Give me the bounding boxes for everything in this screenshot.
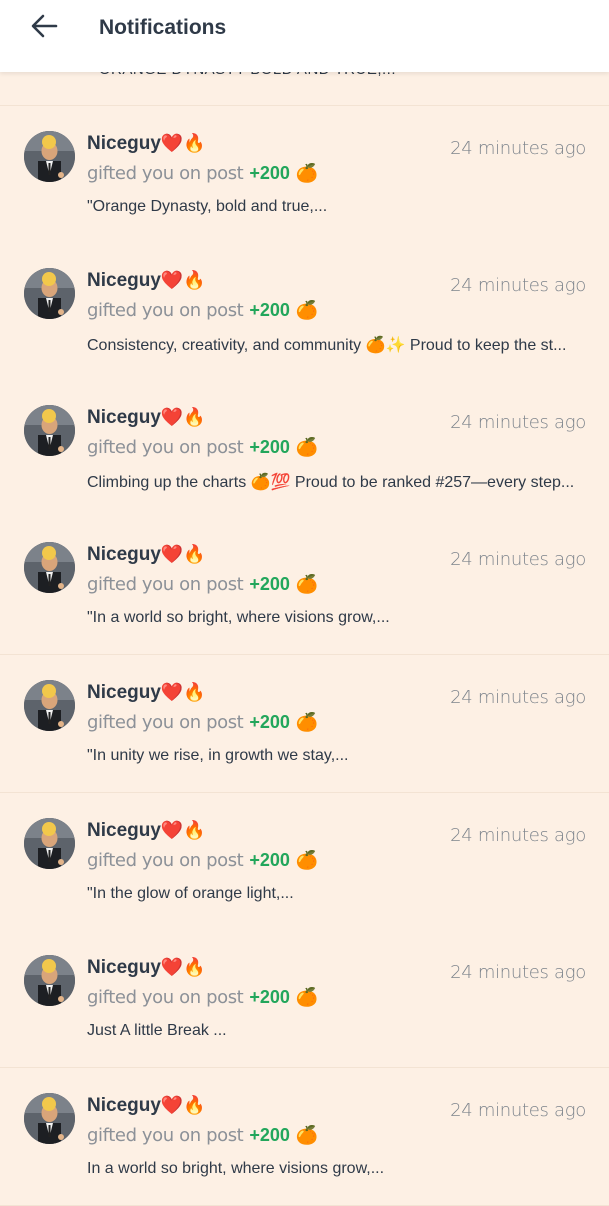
name-emoji: ❤️🔥 [160, 133, 206, 153]
sender-name[interactable]: Niceguy❤️🔥 [87, 682, 206, 704]
sender-name[interactable]: Niceguy❤️🔥 [87, 407, 206, 429]
name-emoji: ❤️🔥 [160, 407, 206, 427]
name-emoji: ❤️🔥 [160, 270, 206, 290]
page-title: Notifications [99, 16, 227, 39]
gift-amount: +200 [249, 712, 290, 732]
sender-name[interactable]: Niceguy❤️🔥 [87, 957, 206, 979]
orange-coin-icon: 🍊 [295, 574, 318, 595]
name-emoji: ❤️🔥 [160, 544, 206, 564]
notification-item[interactable]: Niceguy❤️🔥 24 minutes ago gifted you on … [0, 1068, 609, 1206]
gift-amount: +200 [249, 987, 290, 1007]
gift-amount: +200 [249, 437, 290, 457]
post-preview: Just A little Break ... [87, 1022, 227, 1039]
post-preview: "Orange Dynasty, bold and true,... [87, 198, 328, 215]
timestamp: 24 minutes ago [450, 412, 586, 433]
avatar[interactable] [24, 542, 75, 593]
name-emoji: ❤️🔥 [160, 957, 206, 977]
orange-coin-icon: 🍊 [295, 850, 318, 871]
gift-amount: +200 [249, 163, 290, 183]
avatar[interactable] [24, 268, 75, 319]
timestamp: 24 minutes ago [450, 1100, 586, 1121]
timestamp: 24 minutes ago [450, 275, 586, 296]
arrow-left-icon[interactable] [30, 14, 58, 43]
notification-item[interactable]: Niceguy❤️🔥 24 minutes ago gifted you on … [0, 930, 609, 1068]
action-text: gifted you on post +200 🍊 [87, 574, 318, 595]
back-button[interactable] [22, 8, 66, 48]
sender-name[interactable]: Niceguy❤️🔥 [87, 1095, 206, 1117]
avatar[interactable] [24, 405, 75, 456]
notification-item[interactable]: Niceguy❤️🔥 24 minutes ago gifted you on … [0, 106, 609, 244]
avatar[interactable] [24, 680, 75, 731]
app-header: Notifications [0, 0, 609, 72]
action-text: gifted you on post +200 🍊 [87, 163, 318, 184]
timestamp: 24 minutes ago [450, 962, 586, 983]
avatar[interactable] [24, 955, 75, 1006]
notification-item[interactable]: Niceguy❤️🔥 24 minutes ago gifted you on … [0, 793, 609, 931]
sender-name[interactable]: Niceguy❤️🔥 [87, 820, 206, 842]
action-text: gifted you on post +200 🍊 [87, 1125, 318, 1146]
sender-name[interactable]: Niceguy❤️🔥 [87, 133, 206, 155]
post-preview: "In unity we rise, in growth we stay,... [87, 747, 349, 764]
action-text: gifted you on post +200 🍊 [87, 437, 318, 458]
orange-coin-icon: 🍊 [295, 987, 318, 1008]
action-text: gifted you on post +200 🍊 [87, 987, 318, 1008]
action-text: gifted you on post +200 🍊 [87, 850, 318, 871]
action-text: gifted you on post +200 🍊 [87, 712, 318, 733]
post-preview: Consistency, creativity, and community 🍊… [87, 337, 567, 354]
orange-coin-icon: 🍊 [295, 300, 318, 321]
notification-item[interactable]: Niceguy❤️🔥 24 minutes ago gifted you on … [0, 517, 609, 655]
post-preview: In a world so bright, where visions grow… [87, 1160, 385, 1177]
timestamp: 24 minutes ago [450, 549, 586, 570]
sender-name[interactable]: Niceguy❤️🔥 [87, 544, 206, 566]
notification-item[interactable]: Niceguy❤️🔥 24 minutes ago gifted you on … [0, 380, 609, 518]
orange-coin-icon: 🍊 [295, 163, 318, 184]
name-emoji: ❤️🔥 [160, 682, 206, 702]
avatar[interactable] [24, 1093, 75, 1144]
avatar[interactable] [24, 131, 75, 182]
action-text: gifted you on post +200 🍊 [87, 300, 318, 321]
timestamp: 24 minutes ago [450, 687, 586, 708]
orange-coin-icon: 🍊 [295, 1125, 318, 1146]
post-preview: "In a world so bright, where visions gro… [87, 609, 390, 626]
notification-item[interactable]: Niceguy❤️🔥 24 minutes ago gifted you on … [0, 655, 609, 793]
avatar[interactable] [24, 818, 75, 869]
gift-amount: +200 [249, 574, 290, 594]
sender-name[interactable]: Niceguy❤️🔥 [87, 270, 206, 292]
notification-item[interactable]: Niceguy❤️🔥 24 minutes ago gifted you on … [0, 243, 609, 381]
gift-amount: +200 [249, 300, 290, 320]
orange-coin-icon: 🍊 [295, 712, 318, 733]
gift-amount: +200 [249, 1125, 290, 1145]
notification-list: "ORANGE DYNASTY BOLD AND TRUE,... Nicegu… [0, 0, 609, 1206]
post-preview: Climbing up the charts 🍊💯 Proud to be ra… [87, 474, 575, 491]
post-preview: "In the glow of orange light,... [87, 885, 294, 902]
name-emoji: ❤️🔥 [160, 1095, 206, 1115]
gift-amount: +200 [249, 850, 290, 870]
name-emoji: ❤️🔥 [160, 820, 206, 840]
timestamp: 24 minutes ago [450, 138, 586, 159]
orange-coin-icon: 🍊 [295, 437, 318, 458]
timestamp: 24 minutes ago [450, 825, 586, 846]
